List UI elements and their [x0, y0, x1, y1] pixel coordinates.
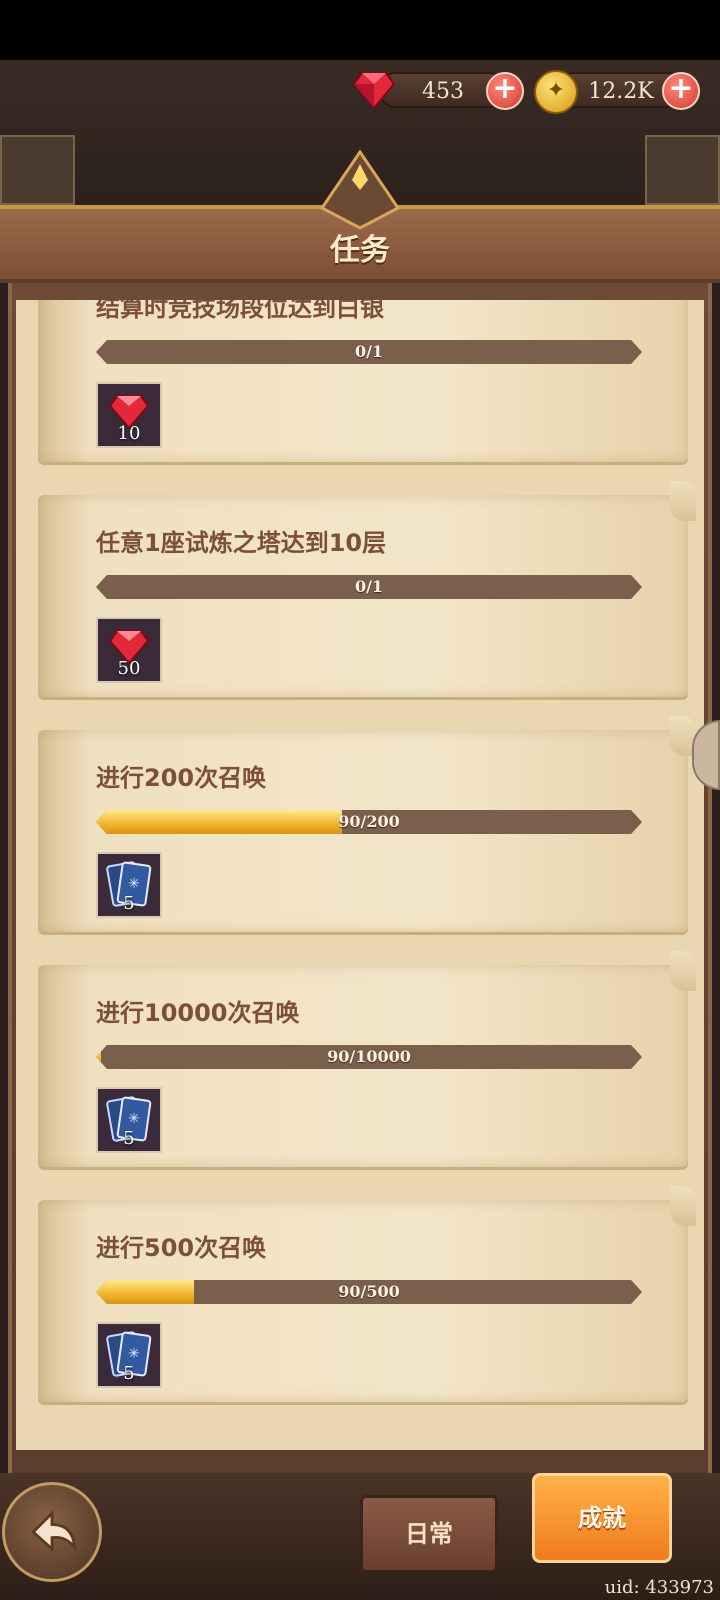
task-card: 结算时竞技场段位达到白银 0/1 10 — [38, 300, 688, 462]
add-gold-button[interactable]: + — [662, 72, 700, 110]
progress-text: 90/200 — [338, 812, 400, 831]
reward-item[interactable]: 50 — [96, 617, 162, 683]
reward-item[interactable]: ✳ 5 — [96, 852, 162, 918]
task-title: 进行10000次召唤 — [96, 999, 300, 1027]
reward-item[interactable]: ✳ 5 — [96, 1322, 162, 1388]
emblem-icon — [319, 150, 401, 230]
task-card: 进行10000次召唤 90/10000 ✳ 5 — [38, 951, 696, 1167]
reward-amount: 5 — [123, 1363, 135, 1384]
reward-item[interactable]: ✳ 5 — [96, 1087, 162, 1153]
right-pillar-decoration — [645, 135, 720, 205]
progress-bar: 90/10000 — [96, 1045, 642, 1069]
back-button[interactable] — [2, 1482, 102, 1582]
svg-text:✳: ✳ — [128, 1111, 140, 1127]
scroll-curl — [670, 481, 696, 521]
uid-label: uid: 433973 — [604, 1577, 714, 1598]
gem-count: 453 — [422, 79, 464, 104]
progress-text: 90/500 — [338, 1282, 400, 1301]
back-arrow-icon — [31, 1509, 77, 1553]
ruby-gem-icon — [352, 72, 396, 110]
task-list[interactable]: 结算时竞技场段位达到白银 0/1 10 任意1座试炼之塔达到10层 0/1 50 — [16, 300, 704, 1450]
add-gems-button[interactable]: + — [486, 72, 524, 110]
gold-count: 12.2K — [588, 79, 654, 104]
task-card: 任意1座试炼之塔达到10层 0/1 50 — [38, 481, 696, 697]
task-title: 任意1座试炼之塔达到10层 — [96, 529, 387, 557]
svg-text:✳: ✳ — [128, 1346, 140, 1362]
reward-amount: 50 — [117, 658, 141, 679]
progress-bar: 90/500 — [96, 1280, 642, 1304]
task-title: 进行200次召唤 — [96, 764, 267, 792]
progress-text: 0/1 — [354, 342, 384, 361]
progress-bar: 0/1 — [96, 340, 642, 364]
reward-item[interactable]: 10 — [96, 382, 162, 448]
reward-amount: 10 — [117, 423, 141, 444]
tab-achievement[interactable]: 成就 — [532, 1473, 672, 1563]
task-card: 进行500次召唤 90/500 ✳ 5 — [38, 1186, 696, 1402]
tab-daily[interactable]: 日常 — [360, 1495, 498, 1573]
status-bar — [0, 0, 720, 60]
svg-text:✳: ✳ — [128, 876, 140, 892]
progress-bar: 0/1 — [96, 575, 642, 599]
scroll-curl — [670, 951, 696, 991]
progress-text: 90/10000 — [327, 1047, 411, 1066]
reward-amount: 5 — [123, 1128, 135, 1149]
scroll-curl — [670, 1186, 696, 1226]
task-card: 进行200次召唤 90/200 ✳ 5 — [38, 716, 696, 932]
gold-coin-icon: ✦ — [534, 70, 578, 114]
reward-amount: 5 — [123, 893, 135, 914]
page-title: 任务 — [330, 233, 390, 268]
progress-text: 0/1 — [354, 577, 384, 596]
task-title: 进行500次召唤 — [96, 1234, 267, 1262]
left-pillar-decoration — [0, 135, 75, 205]
progress-bar: 90/200 — [96, 810, 642, 834]
task-title: 结算时竞技场段位达到白银 — [96, 300, 384, 322]
